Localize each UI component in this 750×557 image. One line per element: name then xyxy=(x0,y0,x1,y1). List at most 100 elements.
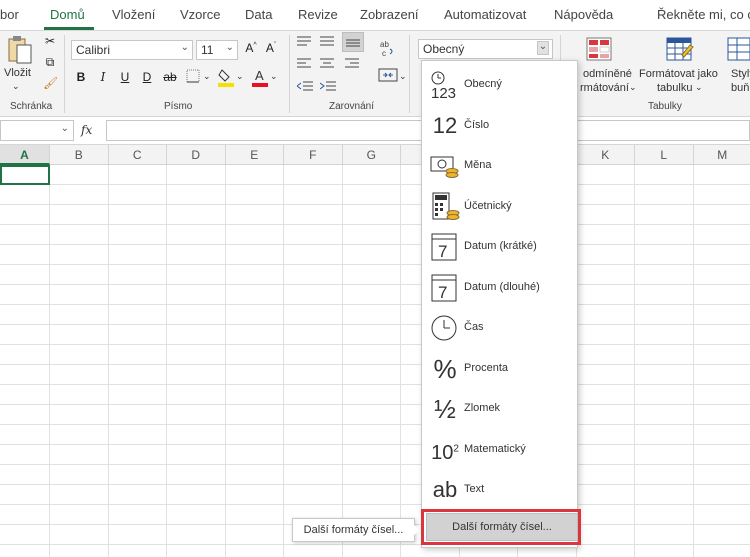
format-as-table-label-2[interactable]: tabulku xyxy=(657,82,692,94)
more-number-formats-button[interactable]: Další formáty čísel... xyxy=(426,513,578,541)
align-right-icon[interactable] xyxy=(345,57,359,71)
align-left-icon[interactable] xyxy=(297,57,311,71)
column-header-f[interactable]: F xyxy=(284,145,343,165)
column-header-b[interactable]: B xyxy=(50,145,109,165)
font-color-icon[interactable]: A xyxy=(252,67,268,87)
format-option-label: Měna xyxy=(464,159,492,171)
tab-view[interactable]: Zobrazení xyxy=(360,7,419,22)
italic-button[interactable]: I xyxy=(99,70,107,84)
bold-button[interactable]: B xyxy=(76,70,86,84)
tab-insert[interactable]: Vložení xyxy=(112,7,155,22)
format-option-accounting[interactable]: Účetnický xyxy=(422,187,577,227)
wrap-text-icon[interactable]: ab c xyxy=(380,39,396,58)
font-size-combo[interactable]: 11 ⌄ xyxy=(196,40,238,60)
paste-chevron-icon[interactable]: ⌄ xyxy=(12,81,20,92)
separator xyxy=(409,35,410,113)
format-option-label: Obecný xyxy=(464,78,502,90)
grid-hline xyxy=(0,364,750,365)
paste-icon[interactable] xyxy=(6,35,34,67)
chevron-down-icon[interactable]: ⌄ xyxy=(399,71,407,82)
format-as-table-label[interactable]: Formátovat jako xyxy=(639,68,718,80)
conditional-formatting-label-2[interactable]: rmátování xyxy=(580,82,629,94)
align-top-icon[interactable] xyxy=(297,35,311,49)
cell-styles-icon[interactable] xyxy=(727,37,750,61)
decrease-font-icon[interactable]: Aˇ xyxy=(264,41,278,55)
format-option-label: Procenta xyxy=(464,361,509,374)
cut-icon[interactable]: ✂ xyxy=(43,34,57,50)
format-option-short-date[interactable]: 7 Datum (krátké) xyxy=(422,227,577,267)
format-painter-icon[interactable]: 🖌 xyxy=(43,76,58,92)
more-number-formats-tooltip: Další formáty čísel... xyxy=(292,518,420,542)
percentage-format-icon: % xyxy=(430,354,460,384)
copy-icon[interactable]: ⧉ xyxy=(43,55,57,71)
column-header-g[interactable]: G xyxy=(342,145,401,165)
chevron-down-icon: ⌄ xyxy=(225,42,234,53)
align-bottom-icon[interactable] xyxy=(342,32,364,52)
strikethrough-button[interactable]: ab xyxy=(162,70,178,84)
tab-home[interactable]: Domů xyxy=(50,7,85,22)
chevron-down-icon[interactable]: ⌄ xyxy=(203,71,211,82)
chevron-down-icon[interactable]: ⌄ xyxy=(61,123,69,134)
chevron-down-icon[interactable]: ⌄ xyxy=(629,82,637,93)
insert-function-icon[interactable]: fx xyxy=(81,123,92,137)
tell-me-search[interactable]: Řekněte mi, co ch xyxy=(657,7,750,22)
tab-file[interactable]: bor xyxy=(0,7,19,22)
column-header-e[interactable]: E xyxy=(225,145,284,165)
format-option-currency[interactable]: Měna xyxy=(422,146,577,186)
fill-color-icon[interactable] xyxy=(218,67,234,87)
worksheet-grid[interactable]: ABCDEFGHIJKLM xyxy=(0,145,750,557)
format-as-table-icon[interactable] xyxy=(666,37,694,61)
tab-review[interactable]: Revize xyxy=(298,7,338,22)
number-format-combo[interactable]: Obecný ⌄ xyxy=(418,39,553,59)
chevron-down-icon[interactable]: ⌄ xyxy=(270,71,278,82)
increase-font-icon[interactable]: A^ xyxy=(244,41,258,55)
align-center-icon[interactable] xyxy=(320,57,334,71)
tab-automate[interactable]: Automatizovat xyxy=(444,7,526,22)
format-option-general[interactable]: 123 Obecný xyxy=(422,65,577,105)
format-option-number[interactable]: 12 Číslo xyxy=(422,106,577,146)
format-option-long-date[interactable]: 7 Datum (dlouhé) xyxy=(422,268,577,308)
font-name-value: Calibri xyxy=(76,43,111,57)
active-cell[interactable] xyxy=(0,165,50,185)
format-option-label: Čas xyxy=(464,321,484,333)
column-header-d[interactable]: D xyxy=(167,145,226,165)
separator xyxy=(64,35,65,113)
grid-hline xyxy=(0,184,750,185)
format-option-time[interactable]: Čas xyxy=(422,308,577,348)
cell-styles-label[interactable]: Styly xyxy=(731,68,750,80)
chevron-down-icon[interactable]: ⌄ xyxy=(537,41,549,55)
decrease-indent-icon[interactable] xyxy=(296,80,313,94)
column-header-a[interactable]: A xyxy=(0,145,50,165)
underline-button[interactable]: U xyxy=(120,70,130,84)
column-header-k[interactable]: K xyxy=(576,145,635,165)
chevron-down-icon[interactable]: ⌄ xyxy=(695,82,703,93)
format-option-scientific[interactable]: 102 Matematický xyxy=(422,430,577,470)
conditional-formatting-label[interactable]: odmíněné xyxy=(583,68,632,80)
chevron-down-icon[interactable]: ⌄ xyxy=(236,71,244,82)
borders-icon[interactable] xyxy=(185,69,201,85)
increase-indent-icon[interactable] xyxy=(319,80,336,94)
time-format-icon xyxy=(430,313,460,343)
format-option-fraction[interactable]: ½ Zlomek xyxy=(422,389,577,429)
double-underline-button[interactable]: D xyxy=(142,70,152,84)
column-header-c[interactable]: C xyxy=(108,145,167,165)
svg-text:A: A xyxy=(255,68,264,83)
align-middle-icon[interactable] xyxy=(320,35,334,49)
paste-label[interactable]: Vložit xyxy=(4,67,31,79)
font-name-combo[interactable]: Calibri ⌄ xyxy=(71,40,193,60)
cell-styles-label-2[interactable]: buňky xyxy=(731,82,750,94)
scientific-format-icon: 102 xyxy=(430,435,460,465)
merge-center-icon[interactable] xyxy=(378,68,398,82)
format-option-percentage[interactable]: % Procenta xyxy=(422,349,577,389)
group-label-clipboard: Schránka xyxy=(10,101,53,112)
format-option-text[interactable]: ab Text xyxy=(422,470,577,510)
separator xyxy=(289,35,290,113)
conditional-formatting-icon[interactable] xyxy=(586,37,612,61)
tab-data[interactable]: Data xyxy=(245,7,272,22)
column-header-l[interactable]: L xyxy=(635,145,694,165)
tab-help[interactable]: Nápověda xyxy=(554,7,613,22)
tab-formulas[interactable]: Vzorce xyxy=(180,7,220,22)
number-format-dropdown: 123 Obecný 12 Číslo Měna Účetnický 7 Datum (krá… xyxy=(421,60,578,548)
name-box[interactable]: ⌄ xyxy=(0,120,74,141)
column-header-m[interactable]: M xyxy=(693,145,750,165)
